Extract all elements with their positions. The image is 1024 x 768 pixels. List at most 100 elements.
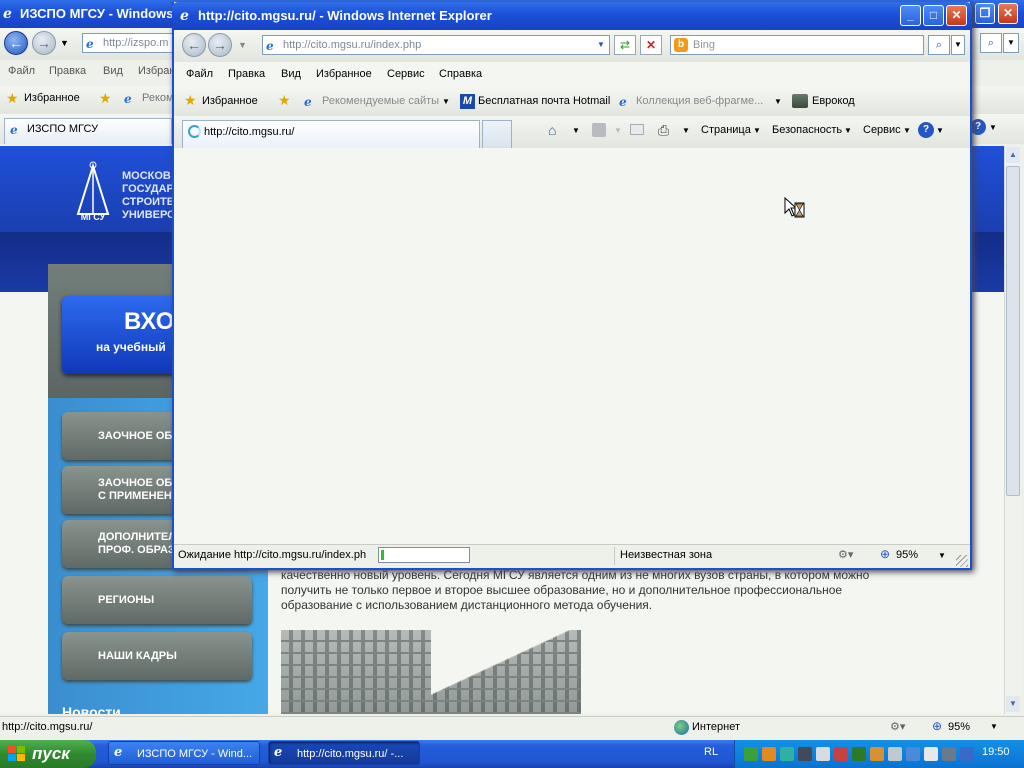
tray-app-icon[interactable]: [762, 747, 776, 761]
chevron-down-icon[interactable]: ▼: [844, 126, 852, 135]
chevron-down-icon[interactable]: ▼: [989, 123, 997, 132]
address-dropdown-button[interactable]: ▼: [594, 36, 608, 54]
tray-app-icon[interactable]: [852, 747, 866, 761]
protected-mode-icon[interactable]: ⚙▾: [838, 548, 853, 561]
protected-mode-icon[interactable]: ⚙▾: [890, 720, 905, 733]
scroll-down-button[interactable]: ▼: [1006, 696, 1020, 712]
hourglass-cursor-icon: [784, 197, 806, 219]
menu-edit[interactable]: Правка: [228, 68, 265, 80]
taskbar-item-cito[interactable]: http://cito.mgsu.ru/ -...: [268, 741, 420, 765]
background-close-button[interactable]: ✕: [998, 3, 1018, 24]
menu-tools[interactable]: Сервис: [387, 68, 425, 80]
network-icon[interactable]: [960, 747, 974, 761]
back-button[interactable]: ←: [182, 33, 206, 57]
home-icon[interactable]: ⌂: [548, 122, 556, 138]
tray-app-icon[interactable]: [834, 747, 848, 761]
nav-item-regions[interactable]: РЕГИОНЫ: [62, 576, 252, 624]
scroll-thumb[interactable]: [1006, 166, 1020, 496]
chevron-down-icon[interactable]: ▼: [753, 126, 761, 135]
nav-item-staff[interactable]: НАШИ КАДРЫ: [62, 632, 252, 680]
background-menu-file[interactable]: Файл: [8, 65, 35, 77]
chevron-down-icon[interactable]: ▼: [238, 40, 247, 50]
zoom-icon[interactable]: ⊕: [932, 719, 942, 733]
tray-app-icon[interactable]: [906, 747, 920, 761]
background-zoom[interactable]: 95%: [948, 721, 970, 733]
menu-help[interactable]: Справка: [439, 68, 482, 80]
web-slice-gallery-link[interactable]: Коллекция веб-фрагме...: [636, 95, 763, 107]
page-menu[interactable]: Страница: [701, 124, 751, 136]
chevron-down-icon[interactable]: ▼: [60, 38, 69, 48]
mail-icon[interactable]: [630, 124, 644, 135]
background-search-options[interactable]: ▼: [1003, 33, 1019, 53]
front-title-bar[interactable]: http://cito.mgsu.ru/ - Windows Internet …: [172, 2, 972, 30]
background-menu-view[interactable]: Вид: [103, 65, 123, 77]
bing-icon: b: [674, 38, 688, 52]
tray-app-icon[interactable]: [924, 747, 938, 761]
start-button[interactable]: пуск: [0, 740, 96, 768]
suggested-sites-link[interactable]: Рекомендуемые сайты: [322, 95, 439, 107]
background-forward-button[interactable]: →: [32, 31, 56, 55]
chevron-down-icon[interactable]: ▼: [774, 97, 782, 106]
zoom-icon[interactable]: ⊕: [880, 547, 890, 561]
background-search-button[interactable]: ⌕: [980, 33, 1002, 53]
taskbar-item-label: ИЗСПО МГСУ - Wind...: [137, 748, 253, 760]
hotmail-link[interactable]: Бесплатная почта Hotmail: [478, 95, 610, 107]
print-icon[interactable]: ⎙: [658, 122, 669, 139]
background-restore-button[interactable]: ❐: [975, 3, 995, 24]
chevron-down-icon[interactable]: ▼: [442, 97, 450, 106]
background-back-button[interactable]: ←: [4, 31, 28, 55]
stop-button[interactable]: ✕: [640, 35, 662, 55]
eurocode-icon: [792, 94, 808, 108]
help-icon[interactable]: ?: [918, 122, 934, 138]
tray-app-icon[interactable]: [780, 747, 794, 761]
tray-app-icon[interactable]: [816, 747, 830, 761]
background-favorites-button[interactable]: Избранное: [24, 92, 80, 104]
page-viewport[interactable]: [174, 148, 970, 544]
maximize-button[interactable]: □: [923, 5, 944, 26]
tray-app-icon[interactable]: [744, 747, 758, 761]
refresh-button[interactable]: ⇄: [614, 35, 636, 55]
speaker-icon[interactable]: [870, 747, 884, 761]
menu-view[interactable]: Вид: [281, 68, 301, 80]
add-favorite-icon[interactable]: ★: [99, 90, 112, 107]
star-icon: ★: [6, 90, 19, 106]
add-favorite-icon[interactable]: ★: [278, 92, 291, 109]
help-icon[interactable]: ?: [970, 119, 986, 135]
zoom-level[interactable]: 95%: [896, 549, 918, 561]
chevron-down-icon[interactable]: ▼: [936, 126, 944, 135]
chevron-down-icon[interactable]: ▼: [682, 126, 690, 135]
background-scrollbar[interactable]: ▲ ▼: [1004, 146, 1021, 714]
site-logo[interactable]: МГСУ: [74, 160, 112, 224]
search-button[interactable]: ⌕: [928, 35, 950, 55]
chevron-down-icon[interactable]: ▼: [938, 551, 946, 560]
rss-feed-icon[interactable]: [592, 123, 606, 137]
background-menu-favorites[interactable]: Избран: [138, 65, 175, 77]
new-tab-button[interactable]: [482, 120, 512, 148]
tools-menu[interactable]: Сервис: [863, 124, 901, 136]
forward-button[interactable]: →: [208, 33, 232, 57]
chevron-down-icon[interactable]: ▼: [572, 126, 580, 135]
minimize-button[interactable]: _: [900, 5, 921, 26]
language-indicator[interactable]: RL: [704, 746, 718, 758]
tray-app-icon[interactable]: [888, 747, 902, 761]
search-box[interactable]: b Bing: [670, 35, 924, 55]
background-menu-edit[interactable]: Правка: [49, 65, 86, 77]
resize-grip[interactable]: [956, 555, 968, 567]
background-fav-link[interactable]: Реком: [142, 92, 174, 104]
tray-app-icon[interactable]: [798, 747, 812, 761]
clock[interactable]: 19:50: [982, 746, 1010, 758]
eurocode-link[interactable]: Еврокод: [812, 95, 855, 107]
menu-favorites[interactable]: Избранное: [316, 68, 372, 80]
chevron-down-icon[interactable]: ▼: [903, 126, 911, 135]
address-bar[interactable]: http://cito.mgsu.ru/index.php: [262, 35, 610, 55]
scroll-up-button[interactable]: ▲: [1006, 147, 1020, 163]
menu-file[interactable]: Файл: [186, 68, 213, 80]
chevron-down-icon[interactable]: ▼: [990, 722, 998, 731]
search-options-button[interactable]: ▼: [951, 35, 965, 55]
safety-menu[interactable]: Безопасность: [772, 124, 842, 136]
tray-app-icon[interactable]: [942, 747, 956, 761]
favorites-button[interactable]: Избранное: [202, 95, 258, 107]
taskbar-item-izspo[interactable]: ИЗСПО МГСУ - Wind...: [108, 741, 260, 765]
news-heading[interactable]: Новости: [62, 704, 121, 714]
close-button[interactable]: ✕: [946, 5, 967, 26]
